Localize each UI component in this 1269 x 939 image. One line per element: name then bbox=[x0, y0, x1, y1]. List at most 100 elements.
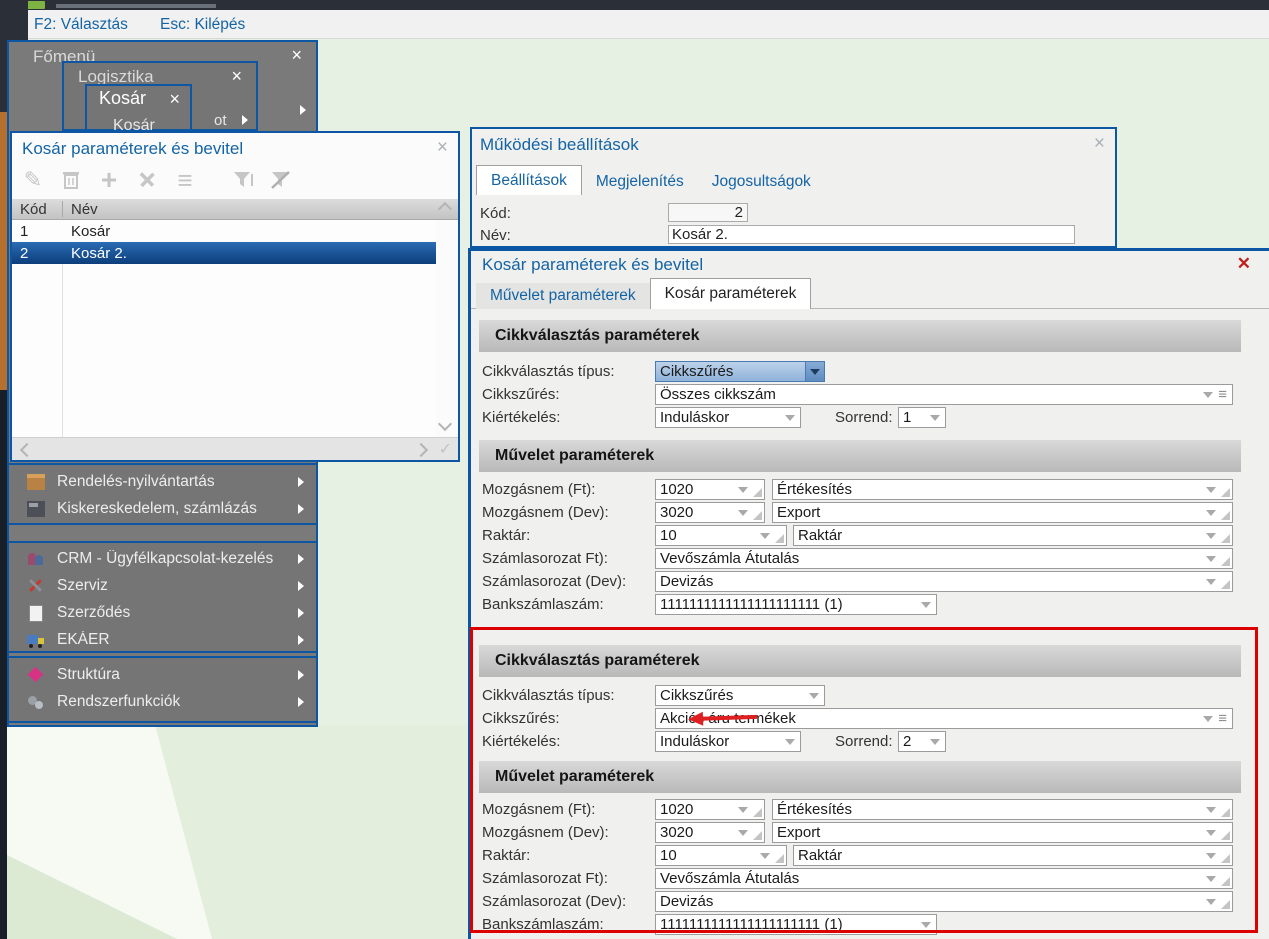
menu-item-rendszerfunkciok[interactable]: Rendszerfunkciók bbox=[9, 688, 316, 715]
chevron-down-icon[interactable] bbox=[921, 922, 931, 928]
raktar-code-select[interactable]: 10 bbox=[655, 525, 787, 546]
tab-jogosultsagok[interactable]: Jogosultságok bbox=[698, 169, 825, 195]
mozgasnem-ft-name-select[interactable]: Értékesítés bbox=[772, 479, 1233, 500]
szamlasorozat-dev-select[interactable]: Devizás bbox=[655, 891, 1233, 912]
table-header[interactable]: Kód Név bbox=[12, 199, 458, 220]
chevron-down-icon[interactable] bbox=[1203, 392, 1213, 398]
mozgasnem-ft-name-select[interactable]: Értékesítés bbox=[772, 799, 1233, 820]
tab-megjelenites[interactable]: Megjelenítés bbox=[582, 169, 698, 195]
table-row-selected[interactable]: 2 Kosár 2. bbox=[12, 242, 436, 264]
chevron-down-icon[interactable] bbox=[1206, 853, 1216, 859]
edit-icon[interactable]: ✎ bbox=[18, 167, 48, 193]
chevron-down-icon[interactable] bbox=[1206, 533, 1216, 539]
mozgasnem-ft-code-select[interactable]: 1020 bbox=[655, 479, 765, 500]
menu-item-szerviz[interactable]: Szerviz bbox=[9, 572, 316, 599]
menu-item-struktura[interactable]: Struktúra bbox=[9, 661, 316, 688]
chevron-down-icon[interactable] bbox=[785, 415, 795, 421]
resize-grip-icon[interactable] bbox=[1221, 808, 1230, 817]
chevron-down-icon[interactable] bbox=[1206, 830, 1216, 836]
chevron-down-icon[interactable] bbox=[930, 739, 940, 745]
list-lookup-icon[interactable]: ≡ bbox=[1218, 711, 1227, 726]
tab-beallitasok[interactable]: Beállítások bbox=[476, 165, 582, 195]
logisztika-close-icon[interactable]: × bbox=[231, 67, 242, 85]
menu-item-crm[interactable]: CRM - Ügyfélkapcsolat-kezelés bbox=[9, 545, 316, 572]
column-header-nev[interactable]: Név bbox=[63, 201, 440, 218]
horizontal-scrollbar[interactable]: ✓ bbox=[12, 437, 458, 460]
kiertekeles-select[interactable]: Induláskor bbox=[655, 407, 801, 428]
esc-hint[interactable]: Esc: Kilépés bbox=[160, 10, 245, 39]
resize-grip-icon[interactable] bbox=[753, 488, 762, 497]
chevron-down-icon[interactable] bbox=[1206, 556, 1216, 562]
chevron-down-icon[interactable] bbox=[738, 487, 748, 493]
filter-clear-icon[interactable] bbox=[266, 167, 296, 193]
chevron-down-icon[interactable] bbox=[1206, 487, 1216, 493]
chevron-down-icon[interactable] bbox=[1206, 510, 1216, 516]
sorrend-select[interactable]: 2 bbox=[898, 731, 946, 752]
menu-item-kiskereskedelem[interactable]: Kiskereskedelem, számlázás bbox=[9, 495, 316, 522]
mozgasnem-dev-code-select[interactable]: 3020 bbox=[655, 822, 765, 843]
resize-grip-icon[interactable] bbox=[753, 808, 762, 817]
menu-item-szerzodes[interactable]: Szerződés bbox=[9, 599, 316, 626]
chevron-down-icon[interactable] bbox=[1206, 579, 1216, 585]
bankszamlaszam-select[interactable]: 1111111111111111111111 (1) bbox=[655, 594, 937, 615]
mozgasnem-ft-code-select[interactable]: 1020 bbox=[655, 799, 765, 820]
scroll-up-icon[interactable] bbox=[438, 202, 452, 216]
list-lookup-icon[interactable]: ≡ bbox=[1218, 387, 1227, 402]
kod-field[interactable]: 2 bbox=[668, 203, 748, 222]
resize-grip-icon[interactable] bbox=[1221, 854, 1230, 863]
sorrend-select[interactable]: 1 bbox=[898, 407, 946, 428]
chevron-down-icon[interactable] bbox=[760, 533, 770, 539]
kiertekeles-select[interactable]: Induláskor bbox=[655, 731, 801, 752]
settings-window-close-icon[interactable]: × bbox=[1094, 133, 1105, 155]
cikkvalasztas-tipus-select[interactable]: Cikkszűrés bbox=[655, 685, 825, 706]
fomenu-close-icon[interactable]: × bbox=[291, 46, 302, 64]
column-header-kod[interactable]: Kód bbox=[12, 201, 62, 218]
szamlasorozat-ft-select[interactable]: Vevőszámla Átutalás bbox=[655, 868, 1233, 889]
kosar-close-icon[interactable]: × bbox=[169, 90, 180, 108]
chevron-down-icon[interactable] bbox=[1206, 899, 1216, 905]
tab-muvelet-parameterek[interactable]: Művelet paraméterek bbox=[476, 283, 650, 309]
nev-field[interactable]: Kosár 2. bbox=[668, 225, 1075, 244]
filter-icon[interactable] bbox=[228, 167, 258, 193]
f2-hint[interactable]: F2: Választás bbox=[34, 10, 128, 39]
add-icon[interactable]: + bbox=[94, 167, 124, 193]
szamlasorozat-ft-select[interactable]: Vevőszámla Átutalás bbox=[655, 548, 1233, 569]
resize-grip-icon[interactable] bbox=[1221, 900, 1230, 909]
resize-grip-icon[interactable] bbox=[1221, 511, 1230, 520]
chevron-down-icon[interactable] bbox=[930, 415, 940, 421]
table-row[interactable]: 1 Kosár bbox=[12, 220, 436, 242]
mozgasnem-dev-name-select[interactable]: Export bbox=[772, 502, 1233, 523]
list-window-close-icon[interactable]: × bbox=[437, 137, 448, 159]
chevron-down-icon[interactable] bbox=[738, 830, 748, 836]
menu-item-ekaer[interactable]: EKÁER bbox=[9, 626, 316, 653]
chevron-down-icon[interactable] bbox=[921, 602, 931, 608]
scroll-left-icon[interactable] bbox=[20, 443, 34, 457]
scroll-right-icon[interactable] bbox=[414, 443, 428, 457]
delete-icon[interactable] bbox=[56, 167, 86, 193]
settings-tools-icon[interactable] bbox=[132, 167, 162, 193]
mozgasnem-dev-code-select[interactable]: 3020 bbox=[655, 502, 765, 523]
raktar-name-select[interactable]: Raktár bbox=[793, 525, 1233, 546]
cikkszures-select[interactable]: Akciós áru termékek ≡ bbox=[655, 708, 1233, 729]
menu-lines-icon[interactable]: ≡ bbox=[170, 167, 200, 193]
chevron-down-icon[interactable] bbox=[805, 362, 824, 381]
scroll-down-icon[interactable] bbox=[438, 417, 452, 431]
mozgasnem-dev-name-select[interactable]: Export bbox=[772, 822, 1233, 843]
raktar-name-select[interactable]: Raktár bbox=[793, 845, 1233, 866]
resize-grip-icon[interactable] bbox=[1221, 534, 1230, 543]
resize-grip-icon[interactable] bbox=[1221, 488, 1230, 497]
resize-grip-icon[interactable] bbox=[753, 831, 762, 840]
logisztika-clipped-item[interactable]: ot bbox=[214, 112, 227, 129]
chevron-down-icon[interactable] bbox=[785, 739, 795, 745]
raktar-code-select[interactable]: 10 bbox=[655, 845, 787, 866]
szamlasorozat-dev-select[interactable]: Devizás bbox=[655, 571, 1233, 592]
cikkvalasztas-tipus-select[interactable]: Cikkszűrés bbox=[655, 361, 825, 382]
panel-close-icon[interactable]: ✕ bbox=[1237, 254, 1251, 274]
chevron-down-icon[interactable] bbox=[760, 853, 770, 859]
resize-grip-icon[interactable] bbox=[775, 534, 784, 543]
chevron-down-icon[interactable] bbox=[1203, 716, 1213, 722]
chevron-down-icon[interactable] bbox=[738, 510, 748, 516]
chevron-down-icon[interactable] bbox=[809, 693, 819, 699]
chevron-down-icon[interactable] bbox=[738, 807, 748, 813]
resize-grip-icon[interactable] bbox=[1221, 580, 1230, 589]
